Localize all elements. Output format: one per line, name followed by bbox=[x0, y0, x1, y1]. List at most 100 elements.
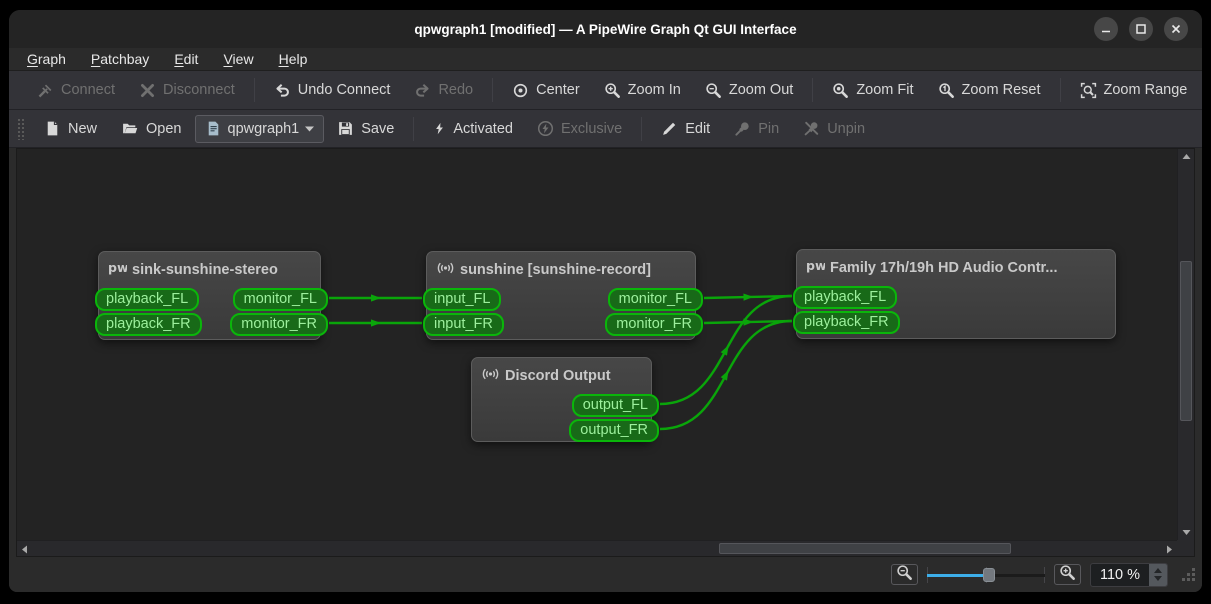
save-button[interactable]: Save bbox=[326, 114, 405, 144]
open-icon bbox=[121, 120, 139, 137]
disconnect-button[interactable]: Disconnect bbox=[128, 75, 246, 105]
scroll-down-button[interactable] bbox=[1178, 525, 1195, 540]
maximize-button[interactable] bbox=[1129, 17, 1153, 41]
port-input_FR[interactable]: input_FR bbox=[423, 313, 504, 336]
port-playback_FR[interactable]: playback_FR bbox=[95, 313, 202, 336]
toolbar-button-label: Zoom Out bbox=[729, 82, 793, 98]
toolbar-button-label: Undo Connect bbox=[298, 82, 391, 98]
statusbar: 110 % bbox=[9, 557, 1202, 592]
statusbar-zoom-in-button[interactable] bbox=[1054, 564, 1081, 585]
app-window: qpwgraph1 [modified] — A PipeWire Graph … bbox=[9, 10, 1202, 592]
menu-edit[interactable]: Edit bbox=[174, 51, 198, 67]
connect-button[interactable]: Connect bbox=[26, 75, 126, 105]
horizontal-scroll-thumb[interactable] bbox=[719, 543, 1011, 554]
exclusive-icon bbox=[537, 120, 554, 137]
spinbox-arrows[interactable] bbox=[1149, 564, 1167, 586]
resize-grip[interactable] bbox=[1181, 567, 1196, 587]
toolbar-file: New Open qpwgraph1 Save Activated Exclusive Ed… bbox=[9, 110, 1202, 148]
arrow-down-icon bbox=[1182, 529, 1191, 536]
scroll-up-button[interactable] bbox=[1178, 149, 1195, 164]
menu-view[interactable]: View bbox=[223, 51, 253, 67]
menu-graph[interactable]: Graph bbox=[27, 51, 66, 67]
horizontal-scrollbar[interactable] bbox=[17, 540, 1177, 556]
redo-icon bbox=[414, 82, 431, 99]
window-title: qpwgraph1 [modified] — A PipeWire Graph … bbox=[414, 22, 796, 37]
zoom-slider[interactable] bbox=[927, 564, 1045, 586]
connection-monitor_FL-to-playback_FL[interactable] bbox=[704, 296, 792, 298]
edit-button[interactable]: Edit bbox=[650, 114, 721, 144]
toolbar-button-label: Zoom In bbox=[628, 82, 681, 98]
zoom-out-button[interactable]: Zoom Out bbox=[694, 75, 804, 105]
new-button[interactable]: New bbox=[33, 114, 108, 144]
svg-text:pw: pw bbox=[806, 258, 825, 273]
undo-connect-button[interactable]: Undo Connect bbox=[263, 75, 402, 105]
zoom-spinbox[interactable]: 110 % bbox=[1090, 563, 1168, 587]
port-playback_FR[interactable]: playback_FR bbox=[793, 311, 900, 334]
port-monitor_FL[interactable]: monitor_FL bbox=[608, 288, 703, 311]
close-button[interactable] bbox=[1164, 17, 1188, 41]
menu-help[interactable]: Help bbox=[279, 51, 308, 67]
toolbar-button-label: Redo bbox=[438, 82, 473, 98]
toolbar-separator bbox=[641, 117, 642, 141]
connection-arrow-icon bbox=[743, 319, 753, 326]
activated-button[interactable]: Activated bbox=[422, 114, 524, 144]
center-button[interactable]: Center bbox=[501, 75, 591, 105]
vertical-scroll-thumb[interactable] bbox=[1180, 261, 1192, 421]
node-family-hd-audio[interactable]: pwFamily 17h/19h HD Audio Contr...playba… bbox=[796, 249, 1116, 339]
resize-grip-icon bbox=[1181, 567, 1196, 582]
spin-up-icon[interactable] bbox=[1154, 568, 1162, 573]
zoom-in-button[interactable]: Zoom In bbox=[593, 75, 692, 105]
menubar: Graph Patchbay Edit View Help bbox=[9, 48, 1202, 71]
spin-down-icon[interactable] bbox=[1154, 576, 1162, 581]
port-output_FR[interactable]: output_FR bbox=[569, 419, 659, 442]
node-title: sunshine [sunshine-record] bbox=[427, 252, 695, 280]
zoom-fit-button[interactable]: Zoom Fit bbox=[821, 75, 924, 105]
zoom-out-icon bbox=[896, 564, 913, 586]
port-output_FL[interactable]: output_FL bbox=[572, 394, 659, 417]
vertical-scrollbar[interactable] bbox=[1177, 149, 1194, 540]
toolbar-button-label: Unpin bbox=[827, 121, 865, 137]
arrow-up-icon bbox=[1182, 153, 1191, 160]
graph-canvas[interactable]: pwsink-sunshine-stereoplayback_FLplaybac… bbox=[17, 149, 1177, 540]
stream-icon bbox=[481, 366, 500, 386]
node-sunshine[interactable]: sunshine [sunshine-record] input_FLinput_… bbox=[426, 251, 696, 340]
scroll-left-button[interactable] bbox=[17, 541, 32, 557]
pipewire-icon: pw bbox=[806, 258, 825, 277]
zoom-in-icon bbox=[1059, 564, 1076, 586]
toolbar-button-label: Disconnect bbox=[163, 82, 235, 98]
toolbar-button-label: Activated bbox=[453, 121, 513, 137]
zoom-range-button[interactable]: Zoom Range bbox=[1069, 75, 1199, 105]
open-button[interactable]: Open bbox=[110, 114, 192, 144]
port-monitor_FR[interactable]: monitor_FR bbox=[230, 313, 328, 336]
minimize-button[interactable] bbox=[1094, 17, 1118, 41]
unpin-button[interactable]: Unpin bbox=[792, 114, 876, 144]
port-monitor_FL[interactable]: monitor_FL bbox=[233, 288, 328, 311]
patchbay-file-icon bbox=[205, 120, 222, 137]
pin-icon bbox=[734, 120, 751, 137]
zoom-reset-button[interactable]: Zoom Reset bbox=[927, 75, 1052, 105]
redo-button[interactable]: Redo bbox=[403, 75, 484, 105]
statusbar-zoom-out-button[interactable] bbox=[891, 564, 918, 585]
node-discord-output[interactable]: Discord Outputoutput_FLoutput_FR bbox=[471, 357, 652, 442]
titlebar[interactable]: qpwgraph1 [modified] — A PipeWire Graph … bbox=[9, 10, 1202, 48]
exclusive-button[interactable]: Exclusive bbox=[526, 114, 633, 144]
center-icon bbox=[512, 82, 529, 99]
port-input_FL[interactable]: input_FL bbox=[423, 288, 501, 311]
port-playback_FL[interactable]: playback_FL bbox=[793, 286, 897, 309]
slider-handle[interactable] bbox=[983, 568, 995, 582]
pipewire-icon: pw bbox=[108, 260, 127, 279]
qpwgraph1-dropdown[interactable]: qpwgraph1 bbox=[195, 115, 325, 143]
menu-patchbay[interactable]: Patchbay bbox=[91, 51, 149, 67]
scroll-right-button[interactable] bbox=[1162, 541, 1177, 557]
pin-button[interactable]: Pin bbox=[723, 114, 790, 144]
port-playback_FL[interactable]: playback_FL bbox=[95, 288, 199, 311]
toolbar-button-label: Zoom Fit bbox=[856, 82, 913, 98]
toolbar-separator bbox=[413, 117, 414, 141]
connection-lines bbox=[17, 149, 1177, 540]
toolbar-handle[interactable] bbox=[17, 118, 24, 140]
toolbar-button-label: Open bbox=[146, 121, 181, 137]
node-sink-sunshine-stereo[interactable]: pwsink-sunshine-stereoplayback_FLplaybac… bbox=[98, 251, 321, 340]
connection-monitor_FR-to-playback_FR[interactable] bbox=[704, 321, 792, 323]
toolbar-button-label: qpwgraph1 bbox=[228, 121, 300, 137]
port-monitor_FR[interactable]: monitor_FR bbox=[605, 313, 703, 336]
